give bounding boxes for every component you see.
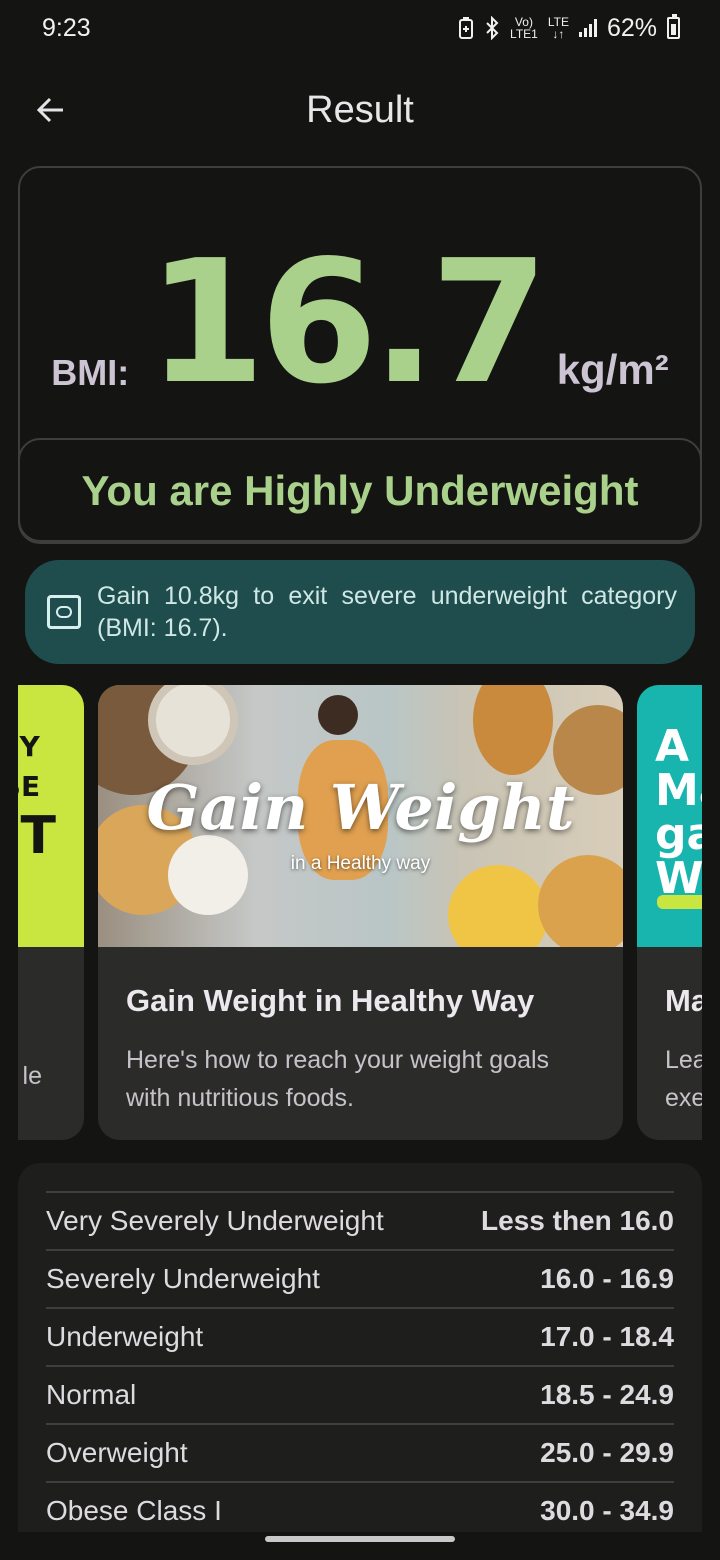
status-bar: 9:23 Vo) LTE1 LTE ↓↑ 62% xyxy=(0,0,720,56)
battery-percent: 62% xyxy=(606,13,657,42)
article-carousel[interactable]: THY OSE HT le Gain Weight in a Healthy w… xyxy=(18,685,702,1140)
table-row: Obese Class I 30.0 - 34.9 xyxy=(46,1481,674,1539)
hero-subtitle: in a Healthy way xyxy=(290,853,431,874)
article-title-next: Ma xyxy=(665,983,702,1018)
bmi-status-box: You are Highly Underweight xyxy=(18,438,702,544)
signal-icon xyxy=(578,19,597,37)
desc-line: Lea xyxy=(665,1046,702,1074)
bmi-result-card: BMI: 16.7 kg/m² You are Highly Underweig… xyxy=(18,166,702,544)
image-text-line: OSE xyxy=(18,770,41,803)
range-value: 25.0 - 29.9 xyxy=(540,1437,674,1468)
category-label: Severely Underweight xyxy=(46,1263,320,1294)
article-image-next: A C Ma ga W xyxy=(637,685,702,947)
tip-text: Gain 10.8kg to exit severe underweight c… xyxy=(97,582,677,642)
weight-tip-banner: Gain 10.8kg to exit severe underweight c… xyxy=(25,560,695,664)
status-icons: Vo) LTE1 LTE ↓↑ 62% xyxy=(458,14,680,43)
battery-icon xyxy=(667,14,680,39)
category-label: Normal xyxy=(46,1379,137,1410)
bmi-value: 16.7 xyxy=(147,224,548,422)
category-label: Very Severely Underweight xyxy=(46,1205,384,1236)
image-text-line: THY xyxy=(18,730,40,763)
tip-icon xyxy=(47,595,81,629)
category-label: Obese Class I xyxy=(46,1495,222,1526)
range-value: 16.0 - 16.9 xyxy=(540,1263,674,1294)
back-button[interactable] xyxy=(28,88,72,132)
range-value: 17.0 - 18.4 xyxy=(540,1321,674,1352)
bmi-label: BMI: xyxy=(51,352,130,393)
hero-title: Gain Weight xyxy=(146,771,575,844)
article-card-previous[interactable]: THY OSE HT le xyxy=(18,685,84,1140)
battery-saver-icon xyxy=(459,17,474,39)
lte-indicator: LTE ↓↑ xyxy=(547,15,569,41)
top-app-bar: Result xyxy=(0,78,720,142)
article-title: Gain Weight in Healthy Way xyxy=(126,983,535,1018)
image-text-line: Ma xyxy=(655,765,702,816)
range-value: 18.5 - 24.9 xyxy=(540,1379,674,1410)
bmi-unit: kg/m² xyxy=(556,346,669,393)
range-value: 30.0 - 34.9 xyxy=(540,1495,674,1526)
article-description: Here's how to reach your weight goals wi… xyxy=(126,1046,550,1112)
article-image-previous: THY OSE HT xyxy=(18,685,84,947)
table-row: Severely Underweight 16.0 - 16.9 xyxy=(46,1249,674,1307)
bluetooth-icon xyxy=(486,16,499,40)
table-row: Very Severely Underweight Less then 16.0 xyxy=(46,1191,674,1249)
image-text-line: HT xyxy=(18,806,56,866)
gesture-handle[interactable] xyxy=(265,1536,455,1542)
range-value: Less then 16.0 xyxy=(481,1205,674,1236)
category-label: Underweight xyxy=(46,1321,204,1352)
image-text-line: ga xyxy=(655,809,702,860)
article-image-gain-weight: Gain Weight in a Healthy way xyxy=(98,685,623,947)
table-row: Overweight 25.0 - 29.9 xyxy=(46,1423,674,1481)
category-label: Overweight xyxy=(46,1437,188,1468)
bmi-categories-table: Very Severely Underweight Less then 16.0… xyxy=(18,1163,702,1560)
status-time: 9:23 xyxy=(42,13,91,42)
table-row: Underweight 17.0 - 18.4 xyxy=(46,1307,674,1365)
bmi-value-row: BMI: 16.7 kg/m² xyxy=(20,224,700,422)
volte-indicator: Vo) LTE1 xyxy=(510,15,538,41)
article-desc-previous: le xyxy=(22,1062,42,1090)
article-card-gain-weight[interactable]: Gain Weight in a Healthy way Gain Weight… xyxy=(98,685,623,1140)
image-text-line: A C xyxy=(655,721,702,772)
desc-line: exe xyxy=(665,1084,702,1112)
article-desc-next: Lea exe xyxy=(665,1041,702,1117)
page-title: Result xyxy=(306,88,414,131)
table-row: Normal 18.5 - 24.9 xyxy=(46,1365,674,1423)
article-card-next[interactable]: A C Ma ga W Ma Lea exe xyxy=(637,685,702,1140)
arrow-back-icon xyxy=(36,97,63,123)
bmi-status-text: You are Highly Underweight xyxy=(81,467,639,514)
